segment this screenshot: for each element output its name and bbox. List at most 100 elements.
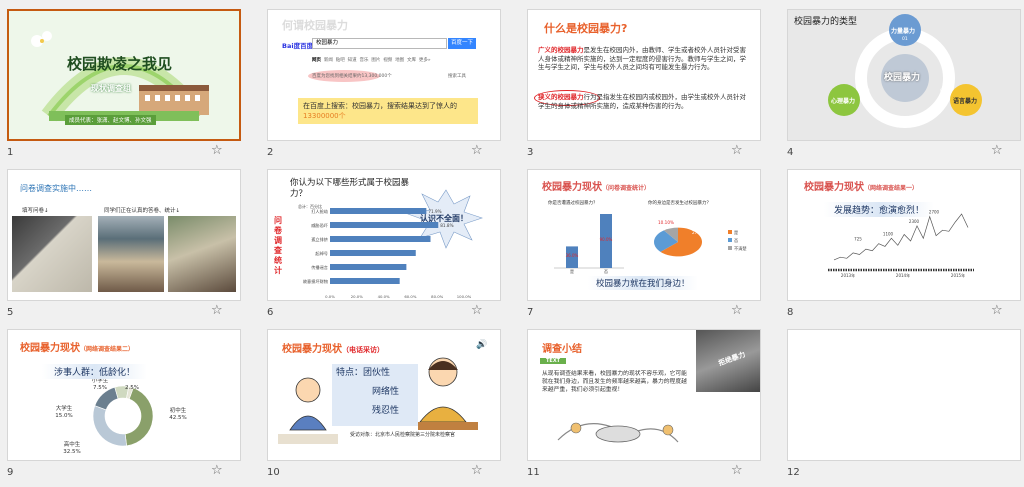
- photo-classroom: [98, 216, 164, 292]
- donut-segment: [92, 405, 127, 447]
- bar-category-label: 打人抢劫: [311, 208, 328, 215]
- peak-label: 2700: [929, 210, 940, 215]
- slide-thumbnail-3[interactable]: 什么是校园暴力? 广义的校园暴力是发生在校园内外，由教师、学生或者校外人员针对受…: [527, 9, 761, 167]
- slide-thumbnail-2[interactable]: 何谓校园暴力 Bai度百度 校园暴力 百度一下 网页 新闻 贴吧 知道 音乐 图…: [267, 9, 501, 167]
- star-outline-icon[interactable]: ☆: [731, 143, 743, 158]
- slide-number: 9: [7, 467, 14, 478]
- star-outline-icon[interactable]: ☆: [991, 303, 1003, 318]
- features-box: 特点：团伙性 网络性 残忍性: [332, 364, 418, 426]
- bar-data-label: 36.0%: [566, 253, 579, 258]
- slide-number: 8: [787, 307, 794, 318]
- slide-3-title: 什么是校园暴力?: [544, 22, 628, 35]
- banner: 校园暴力就在我们身边！: [588, 276, 698, 290]
- bar-category-label: 是: [570, 268, 574, 274]
- star-outline-icon[interactable]: ☆: [211, 303, 223, 318]
- slide-number: 3: [527, 147, 534, 158]
- slide-thumbnail-6[interactable]: 你认为以下哪些形式属于校园暴力？ 问卷调查统计 总计：百分比 打人抢劫 71.9%…: [267, 169, 501, 327]
- segment-value: 32.5%: [63, 449, 80, 455]
- type-verbal-num: 02: [940, 89, 946, 94]
- slide-number: 10: [267, 467, 280, 478]
- slide-number: 5: [7, 307, 14, 318]
- search-tools: 搜索工具: [448, 74, 466, 79]
- slide-thumbnail-10[interactable]: 校园暴力现状（电话采访） 🔊 特点：团伙性 网络性 残忍性 受访对象：北京市人民…: [267, 329, 501, 487]
- slide-thumbnail-12[interactable]: 12: [787, 329, 1021, 487]
- feature-2: 网络性: [372, 387, 400, 397]
- bar: [330, 208, 427, 214]
- type-strength-num: 01: [902, 37, 908, 42]
- year-label: 2013年: [841, 272, 855, 278]
- star-outline-icon[interactable]: ☆: [991, 143, 1003, 158]
- slide-9-donut-chart: 初中生42.5%高中生32.5%大学生15.0%小学生7.5% 2.5%: [55, 376, 186, 455]
- speech-bubble-text: 认识不全面！: [420, 214, 468, 223]
- pie-data-label: 10.10%: [658, 220, 674, 225]
- peak-label: 2300: [909, 219, 920, 224]
- peak-label: 725: [854, 237, 862, 242]
- slide-thumbnail-4[interactable]: 校园暴力的类型 校园暴力 力量暴力 01 语言暴力 02 心理暴力 03 4 ☆: [787, 9, 1021, 167]
- slide-1-members: 成员代表：张潇、赵文博、孙文强: [65, 115, 156, 125]
- baidu-logo: Bai度百度: [282, 42, 314, 50]
- x-tick-label: 60.0%: [404, 294, 416, 298]
- photo-questionnaire: [12, 216, 92, 292]
- star-outline-icon[interactable]: ☆: [731, 463, 743, 478]
- star-outline-icon[interactable]: ☆: [471, 303, 483, 318]
- bar: [330, 250, 416, 256]
- x-tick-label: 40.0%: [378, 294, 390, 298]
- result-count: 百度为您找到相关结果约13,300,000个: [312, 74, 392, 79]
- slide-thumbnail-5[interactable]: 问卷调查实施中…… 填写问卷↓ 同学们正在认真的答卷、统计↓ 5 ☆: [7, 169, 241, 327]
- photo-counting: [168, 216, 236, 292]
- star-outline-icon[interactable]: ☆: [211, 143, 223, 158]
- x-tick-label: 0.0%: [325, 294, 335, 298]
- slide-1-subtitle: 现状调查组: [91, 84, 131, 93]
- type-verbal: 语言暴力: [953, 98, 978, 105]
- narrow-definition: 狭义的校园暴力行为是指发生在校园内或校园外，由学生或校外人员针对学生的身体或精神…: [538, 93, 746, 110]
- segment-name: 高中生: [64, 440, 81, 448]
- slide-number: 11: [527, 467, 540, 478]
- star-outline-icon[interactable]: ☆: [471, 143, 483, 158]
- slide-thumbnail-7[interactable]: 校园暴力现状（问卷调查统计） 你是否遭遇过校园暴力？ 你的身边是否发生过校园暴力…: [527, 169, 761, 327]
- type-psychological-num: 03: [864, 89, 870, 94]
- bar-category-label: 威胁恐吓: [311, 222, 328, 229]
- legend-label: 不清楚: [734, 245, 747, 252]
- bar-category-label: 故意损坏财物: [303, 278, 328, 285]
- x-tick-label: 80.0%: [431, 294, 443, 298]
- star-outline-icon[interactable]: ☆: [211, 463, 223, 478]
- legend-swatch: [728, 246, 732, 250]
- slide-thumbnail-8[interactable]: 校园暴力现状（网络调查结果一） 发展趋势：愈演愈烈！ 725 1100 2300 27…: [787, 169, 1021, 327]
- year-label: 2014年: [896, 272, 910, 278]
- slide-2-caption: 在百度上搜索：校园暴力，搜索结果达到了惊人的13300000个: [298, 98, 478, 124]
- bar-category-label: 孤立排挤: [311, 236, 329, 243]
- slide-1-title: 校园欺凌之我见: [67, 55, 173, 73]
- slide-number: 7: [527, 307, 534, 318]
- legend-label: 否: [734, 238, 738, 244]
- slide-number: 1: [7, 147, 14, 158]
- feature-1: 特点：团伙性: [336, 368, 391, 378]
- slide-thumbnail-9[interactable]: 校园暴力现状（网络调查结果二） 初中生 42.5% 高中生 32.5% 大学生 15.0%…: [7, 329, 241, 487]
- segment-value: 42.5%: [169, 415, 186, 421]
- slide-number: 2: [267, 147, 274, 158]
- segment-value: 15.0%: [55, 413, 72, 419]
- feature-3: 残忍性: [372, 406, 400, 416]
- bar: [330, 236, 431, 242]
- pie-data-label: 63.50%: [670, 262, 686, 267]
- peak-label: 1100: [883, 231, 894, 236]
- slide-5-title: 问卷调查实施中……: [20, 184, 92, 193]
- star-outline-icon[interactable]: ☆: [731, 303, 743, 318]
- segment-value: 7.5%: [93, 385, 107, 391]
- slide-thumbnail-1[interactable]: 校园欺凌之我见 现状调查组 成员代表：张潇、赵文博、孙文强 1 ☆: [7, 9, 241, 167]
- slide-2-title: 何谓校园暴力: [282, 19, 348, 32]
- legend-swatch: [728, 238, 732, 242]
- star-outline-icon[interactable]: ☆: [471, 463, 483, 478]
- bar-category-label: 传播谣言: [311, 264, 328, 271]
- slide-4-title: 校园暴力的类型: [794, 17, 858, 27]
- slide-number: 4: [787, 147, 794, 158]
- bar: [330, 264, 407, 270]
- bar-data-label: 90.0%: [600, 237, 613, 242]
- slide-number: 6: [267, 307, 274, 318]
- label-students: 同学们正在认真的答卷、统计↓: [104, 208, 181, 214]
- slide-6-bar-chart: 打人抢劫 71.9%威胁恐吓 81.8%孤立排挤起绰号传播谣言故意损坏财物0.0% 2…: [303, 189, 483, 298]
- bar-category-label: 否: [604, 269, 608, 274]
- slide-number: 12: [787, 467, 800, 478]
- segment-value: 2.5%: [125, 385, 139, 391]
- broad-definition: 广义的校园暴力是发生在校园内外，由教师、学生或者校外人员针对受害人身体或精神所实…: [538, 46, 746, 71]
- slide-thumbnail-11[interactable]: 调查小结 TEXT 从现有调查结果来看，校园暴力的现状不容乐观，它可能就在我们身…: [527, 329, 761, 487]
